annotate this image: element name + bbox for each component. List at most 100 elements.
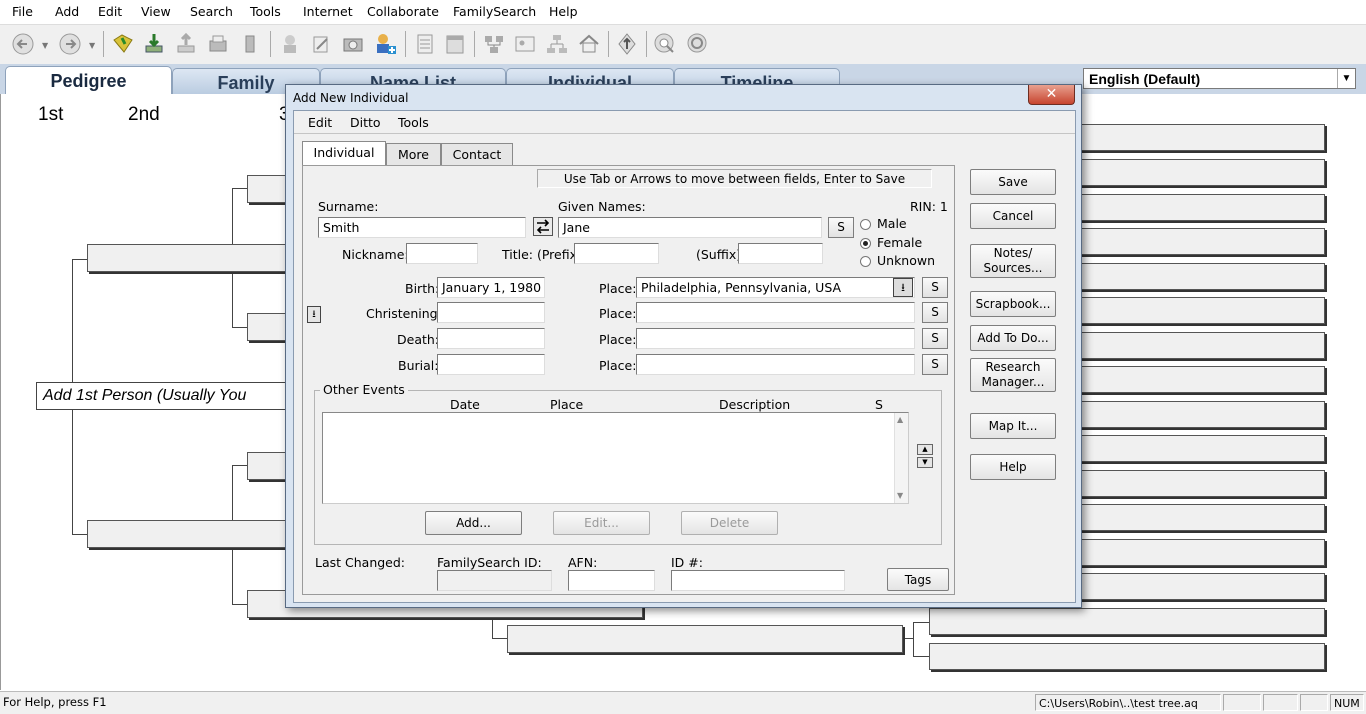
tab-more[interactable]: More [386, 143, 441, 165]
id-number-field[interactable] [671, 570, 845, 591]
import-icon[interactable] [141, 30, 167, 58]
title-prefix-field[interactable] [574, 243, 659, 264]
add-to-do-button[interactable]: Add To Do... [970, 325, 1056, 351]
death-source-button[interactable]: S [922, 328, 948, 349]
place-lookup-icon[interactable]: ⭳ [893, 278, 913, 297]
dialog-menu-ditto[interactable]: Ditto [350, 115, 381, 130]
delete-event-button[interactable]: Delete [681, 511, 778, 535]
menu-add[interactable]: Add [55, 4, 79, 19]
given-names-source-button[interactable]: S [828, 217, 854, 238]
birth-date-field[interactable]: January 1, 1980 [437, 277, 545, 298]
dialog-menu-tools[interactable]: Tools [398, 115, 429, 130]
forward-dropdown-icon[interactable]: ▼ [89, 41, 95, 50]
edit-note-icon[interactable] [308, 30, 334, 58]
save-button[interactable]: Save [970, 169, 1056, 195]
forward-arrow-icon[interactable] [57, 30, 83, 58]
column-source[interactable]: S [875, 397, 883, 412]
sex-female-radio[interactable] [860, 238, 871, 249]
back-dropdown-icon[interactable]: ▼ [42, 41, 48, 50]
pedigree-box-ancestor[interactable] [929, 643, 1325, 670]
toolbar-separator [474, 31, 475, 57]
generation-label-1[interactable]: 1st [38, 104, 63, 126]
move-down-icon[interactable]: ▼ [917, 457, 933, 468]
sex-male-radio[interactable] [860, 219, 871, 230]
scrapbook-button[interactable]: Scrapbook... [970, 291, 1056, 317]
scrollbar[interactable]: ▲ ▼ [894, 413, 908, 503]
export-icon[interactable] [173, 30, 199, 58]
pedigree-box-father[interactable] [87, 244, 297, 272]
notebook-icon[interactable] [442, 30, 468, 58]
other-events-list[interactable]: ▲ ▼ [322, 412, 909, 504]
menu-familysearch[interactable]: FamilySearch [453, 4, 536, 19]
add-event-button[interactable]: Add... [425, 511, 522, 535]
print-icon[interactable] [205, 30, 231, 58]
sex-unknown-radio[interactable] [860, 256, 871, 267]
afn-field[interactable] [568, 570, 655, 591]
surname-field[interactable]: Smith [318, 217, 526, 238]
death-date-field[interactable] [437, 328, 545, 349]
language-select[interactable]: English (Default) ▼ [1083, 68, 1356, 89]
map-it-button[interactable]: Map It... [970, 413, 1056, 439]
birth-source-button[interactable]: S [922, 277, 948, 298]
column-date[interactable]: Date [450, 397, 480, 412]
research-manager-button[interactable]: Research Manager... [970, 358, 1056, 392]
menu-file[interactable]: File [12, 4, 33, 19]
tab-pedigree[interactable]: Pedigree [5, 66, 172, 97]
scroll-down-icon[interactable]: ▼ [897, 491, 903, 500]
cancel-button[interactable]: Cancel [970, 203, 1056, 229]
menu-view[interactable]: View [141, 4, 171, 19]
column-description[interactable]: Description [719, 397, 790, 412]
swap-names-icon[interactable] [533, 217, 553, 236]
open-file-icon[interactable] [110, 30, 136, 58]
christening-source-button[interactable]: S [922, 302, 948, 323]
burial-place-field[interactable] [636, 354, 915, 375]
menu-collaborate[interactable]: Collaborate [367, 4, 439, 19]
toolbar-separator [646, 31, 647, 57]
death-place-field[interactable] [636, 328, 915, 349]
column-place[interactable]: Place [550, 397, 583, 412]
close-button[interactable]: ✕ [1028, 85, 1075, 105]
chevron-down-icon[interactable]: ▼ [1337, 69, 1355, 88]
move-up-icon[interactable]: ▲ [917, 444, 933, 455]
more-events-toggle-icon[interactable]: ⭳ [307, 306, 321, 323]
back-arrow-icon[interactable] [10, 30, 36, 58]
christening-date-field[interactable] [437, 302, 545, 323]
find-icon[interactable] [652, 30, 678, 58]
christening-place-field[interactable] [636, 302, 915, 323]
tags-button[interactable]: Tags [887, 568, 949, 591]
scroll-up-icon[interactable]: ▲ [897, 415, 903, 424]
family-group-icon[interactable] [481, 30, 507, 58]
camera-icon[interactable] [340, 30, 366, 58]
tab-individual[interactable]: Individual [302, 141, 386, 166]
menu-search[interactable]: Search [190, 4, 233, 19]
pedigree-root-person[interactable]: Add 1st Person (Usually You [36, 382, 298, 410]
menu-help[interactable]: Help [549, 4, 578, 19]
pedigree-box-great-grandparent[interactable] [507, 625, 903, 653]
burial-date-field[interactable] [437, 354, 545, 375]
suffix-field[interactable] [738, 243, 823, 264]
generation-label-2[interactable]: 2nd [128, 104, 160, 126]
help-button[interactable]: Help [970, 454, 1056, 480]
birth-place-field[interactable]: Philadelphia, Pennsylvania, USA [636, 277, 915, 298]
menu-edit[interactable]: Edit [98, 4, 122, 19]
book-icon[interactable] [237, 30, 263, 58]
descendants-icon[interactable] [544, 30, 570, 58]
home-icon[interactable] [576, 30, 602, 58]
family-card-icon[interactable] [512, 30, 538, 58]
tab-contact[interactable]: Contact [441, 143, 513, 165]
menu-internet[interactable]: Internet [303, 4, 353, 19]
given-names-field[interactable]: Jane [558, 217, 822, 238]
search-globe-icon[interactable] [685, 30, 711, 58]
contact-icon[interactable] [277, 30, 303, 58]
add-person-icon[interactable] [372, 30, 398, 58]
navigate-icon[interactable] [614, 30, 640, 58]
dialog-menu-edit[interactable]: Edit [308, 115, 332, 130]
pedigree-box-mother[interactable] [87, 520, 297, 548]
notes-sources-button[interactable]: Notes/ Sources... [970, 244, 1056, 278]
pedigree-box-ancestor[interactable] [929, 608, 1325, 635]
burial-source-button[interactable]: S [922, 354, 948, 375]
nickname-field[interactable] [406, 243, 478, 264]
menu-tools[interactable]: Tools [250, 4, 281, 19]
list-icon[interactable] [412, 30, 438, 58]
edit-event-button[interactable]: Edit... [553, 511, 650, 535]
